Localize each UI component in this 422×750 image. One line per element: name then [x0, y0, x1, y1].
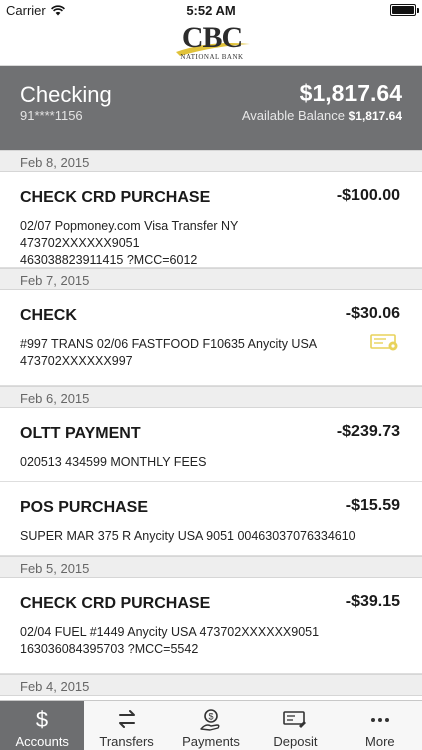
transaction-description: 02/04 FUEL #1449 Anycity USA 473702XXXXX…	[20, 624, 360, 658]
transaction-amount: -$100.00	[336, 187, 400, 204]
battery-icon	[390, 4, 419, 16]
tab-label: More	[365, 734, 395, 749]
transaction-description: SUPER MAR 375 R Anycity USA 9051 0046303…	[20, 528, 360, 545]
transaction-row[interactable]: POS PURCHASE -$15.59 SUPER MAR 375 R Anyci…	[0, 482, 422, 556]
available-balance: Available Balance $1,817.64	[242, 108, 402, 123]
transaction-amount: -$239.73	[336, 423, 400, 440]
transaction-title: CHECK	[20, 307, 77, 324]
description-line: #997 TRANS 02/06 FASTFOOD F10635 Anycity…	[20, 337, 318, 351]
transaction-row[interactable]: OLTT PAYMENT -$239.73 020513 434599 MONTHL…	[0, 408, 422, 482]
available-balance-label: Available Balance	[241, 108, 345, 123]
tab-label: Transfers	[99, 734, 154, 749]
logo-subtitle: NATIONAL BANK	[180, 53, 244, 61]
tab-label: Payments	[182, 734, 240, 749]
available-balance-value: $1,817.64	[348, 109, 402, 123]
status-time: 5:52 AM	[186, 3, 236, 18]
tab-deposit[interactable]: Deposit	[253, 701, 337, 750]
description-line: 463038823911415 ?MCC=6012	[20, 253, 198, 267]
transaction-title: CHECK CRD PURCHASE	[20, 189, 211, 206]
description-line: 473702XXXXXX997	[20, 354, 133, 368]
transaction-title: POS PURCHASE	[20, 499, 149, 516]
tab-payments[interactable]: $ Payments	[169, 701, 253, 750]
transfer-icon	[118, 710, 135, 728]
tab-more[interactable]: More	[338, 701, 422, 750]
payments-icon: $	[200, 709, 220, 731]
deposit-icon	[283, 711, 307, 728]
svg-text:$: $	[36, 707, 48, 731]
transaction-amount: -$15.59	[345, 497, 400, 514]
svg-text:$: $	[209, 712, 214, 722]
date-header: Feb 4, 2015	[0, 674, 422, 696]
dollar-icon: $	[36, 707, 48, 731]
account-number: 91****1156	[20, 108, 83, 123]
account-summary[interactable]: Checking 91****1156 $1,817.64 Available …	[0, 66, 422, 150]
status-bar: Carrier 5:52 AM	[0, 0, 422, 20]
account-balance: $1,817.64	[299, 80, 402, 106]
transaction-description: 02/07 Popmoney.com Visa Transfer NY 4737…	[20, 218, 360, 269]
bank-logo: CBC NATIONAL BANK	[170, 22, 254, 64]
date-header: Feb 8, 2015	[0, 150, 422, 172]
account-name: Checking	[20, 82, 112, 107]
transaction-title: CHECK CRD PURCHASE	[20, 595, 211, 612]
tab-bar: $ Accounts Transfers $ Payments Deposit More	[0, 700, 422, 750]
transaction-title: OLTT PAYMENT	[20, 425, 141, 442]
check-image-icon[interactable]	[370, 332, 400, 352]
description-line: 02/04 FUEL #1449 Anycity USA 473702XXXXX…	[20, 625, 320, 639]
date-header: Feb 6, 2015	[0, 386, 422, 408]
logo-text: CBC	[181, 21, 243, 54]
tab-label: Accounts	[15, 734, 69, 749]
app-header: CBC NATIONAL BANK	[0, 20, 422, 66]
description-line: 020513 434599 MONTHLY FEES	[20, 455, 207, 469]
transaction-row[interactable]: CHECK -$30.06 #997 TRANS 02/06 FASTFOOD F1…	[0, 290, 422, 386]
description-line: SUPER MAR 375 R Anycity USA 9051 0046303…	[20, 529, 356, 543]
tab-accounts[interactable]: $ Accounts	[0, 701, 85, 750]
transaction-amount: -$30.06	[345, 305, 400, 322]
transaction-description: 020513 434599 MONTHLY FEES	[20, 454, 360, 471]
date-header: Feb 7, 2015	[0, 268, 422, 290]
tab-label: Deposit	[273, 734, 318, 749]
description-line: 163036084395703 ?MCC=5542	[20, 642, 199, 656]
transaction-row[interactable]: CHECK CRD PURCHASE -$39.15 02/04 FUEL #144…	[0, 578, 422, 674]
transaction-list[interactable]: Feb 8, 2015 CHECK CRD PURCHASE -$100.00 02/…	[0, 150, 422, 700]
tab-transfers[interactable]: Transfers	[84, 701, 168, 750]
description-line: 02/07 Popmoney.com Visa Transfer NY 4737…	[20, 219, 239, 250]
transaction-amount: -$39.15	[345, 593, 400, 610]
transaction-description: #997 TRANS 02/06 FASTFOOD F10635 Anycity…	[20, 336, 360, 370]
date-header: Feb 5, 2015	[0, 556, 422, 578]
transaction-row[interactable]: CHECK CRD PURCHASE -$100.00 02/07 Popmoney…	[0, 172, 422, 268]
more-icon	[370, 718, 389, 722]
